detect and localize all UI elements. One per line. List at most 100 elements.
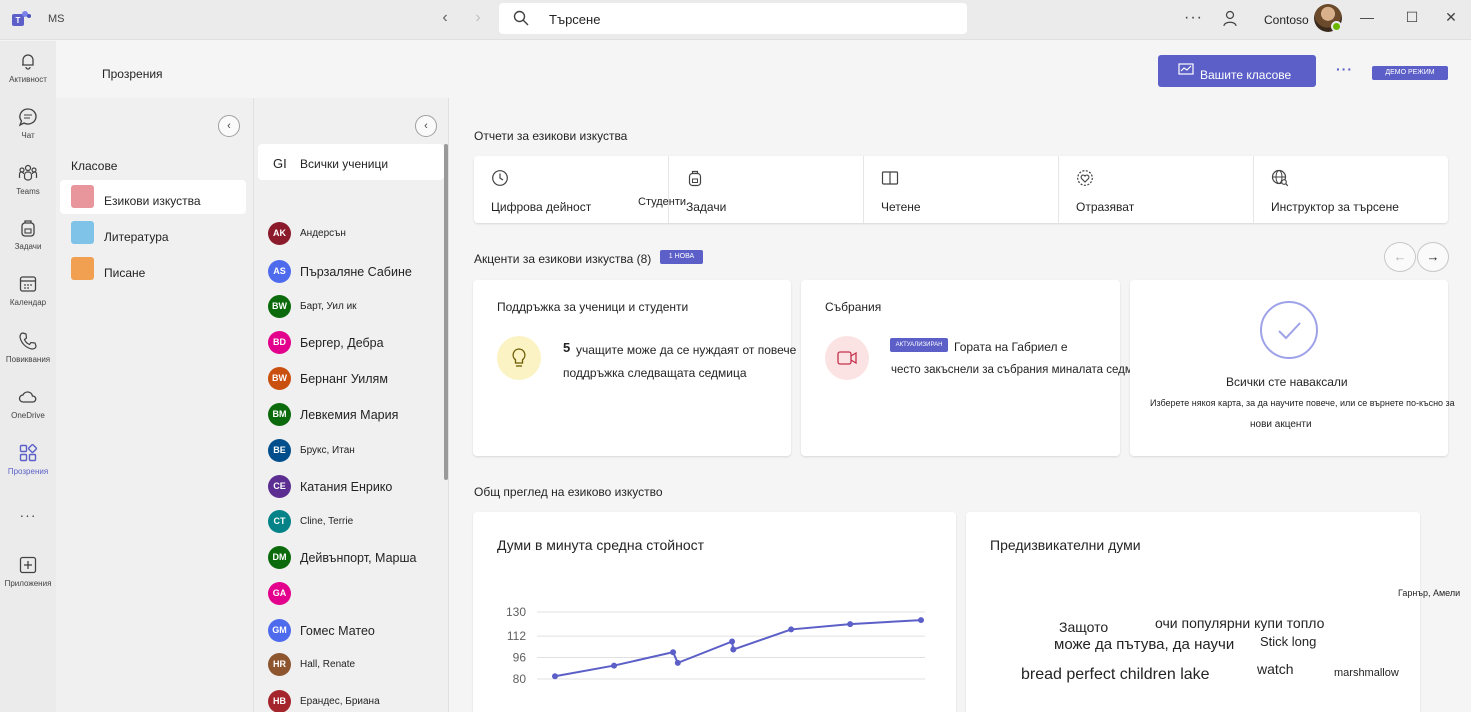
classes-panel: ‹ Класове Езикови изкуства Литература Пи… [56, 98, 254, 712]
class-item-literature[interactable]: Литература [60, 216, 246, 250]
rail-item-calendar[interactable]: Календар [0, 274, 56, 307]
class-label: Литература [104, 230, 169, 244]
maximize-icon[interactable]: ☐ [1402, 9, 1422, 26]
previous-arrow-icon[interactable]: ← [1384, 242, 1416, 272]
insights-icon [19, 443, 38, 462]
y-tick-label: 96 [513, 651, 527, 665]
student-item[interactable]: GA [268, 582, 444, 606]
back-icon[interactable]: ‹ [435, 9, 455, 27]
student-item[interactable]: AS Пързаляне Сабине [268, 260, 444, 284]
student-item[interactable]: BW Бернанг Уилям [268, 367, 444, 391]
header-more-icon[interactable]: ··· [1336, 61, 1353, 77]
report-reflect[interactable]: Отразяват [1059, 156, 1254, 223]
student-item[interactable]: BM Левкемия Мария [268, 403, 444, 427]
report-reading[interactable]: Четене [864, 156, 1059, 223]
your-classes-button[interactable]: Вашите класове [1158, 55, 1316, 87]
students-scrollbar[interactable] [444, 144, 448, 480]
class-item-writing[interactable]: Писане [60, 252, 246, 286]
rail-item-onedrive[interactable]: OneDrive [0, 387, 56, 420]
data-point [788, 626, 795, 633]
presence-available-icon [1331, 21, 1342, 32]
student-item[interactable]: GM Гомес Матео [268, 619, 444, 643]
rail-item-activity[interactable]: Активност [0, 51, 56, 84]
rail-item-chat[interactable]: Чат [0, 107, 56, 140]
report-assignments[interactable]: Задачи [669, 156, 864, 223]
search-box[interactable]: Търсене [499, 3, 967, 34]
data-point [552, 673, 558, 680]
meetings-card[interactable]: Събрания АКТУАЛИЗИРАН Гората на Габриел … [801, 280, 1152, 456]
student-item[interactable]: DM Дейвънпорт, Марша [268, 546, 444, 570]
calendar-icon [19, 276, 37, 292]
next-arrow-icon[interactable]: → [1417, 242, 1449, 272]
search-icon [513, 10, 529, 26]
backpack-icon [21, 220, 35, 237]
rail-item-calls[interactable]: Повиквания [0, 331, 56, 364]
rail-item-insights[interactable]: Прозрения [0, 443, 56, 476]
challenging-words-card[interactable]: Предизвикателни думи Защото очи популярни… [966, 512, 1420, 712]
rail-label: Задачи [14, 242, 42, 251]
student-item[interactable]: HB Ерандес, Бриана [268, 690, 444, 712]
collapse-classes-icon[interactable]: ‹ [218, 115, 240, 137]
all-students-item[interactable]: GI Всички ученици [258, 144, 444, 180]
class-icon [71, 221, 94, 244]
student-item[interactable]: AK Андерсън [268, 222, 444, 246]
y-tick-label: 80 [513, 672, 527, 686]
word-cloud-word: bread perfect children lake [1021, 666, 1210, 683]
minimize-icon[interactable]: — [1357, 9, 1377, 25]
student-item[interactable]: BD Бергер, Дебра [268, 331, 444, 355]
title-bar: T MS ‹ › Търсене ··· Contoso — ☐ ✕ [0, 0, 1471, 40]
wpm-chart-card[interactable]: Думи в минута средна стойност 80 96 112 130 [473, 512, 956, 712]
chat-icon [18, 108, 37, 127]
student-name: Пързаляне Сабине [300, 265, 412, 279]
page-header: Прозрения Вашите класове ··· ДЕМО РЕЖИМ [56, 41, 1471, 98]
rail-item-teams[interactable]: Teams [0, 163, 56, 196]
report-digital-activity[interactable]: Цифрова дейност [474, 156, 669, 223]
class-item-language-arts[interactable]: Езикови изкуства [60, 180, 246, 214]
student-item[interactable]: HR Hall, Renate [268, 653, 444, 677]
people-settings-icon[interactable] [1222, 10, 1240, 28]
report-search-coach[interactable]: Инструктор за търсене [1254, 156, 1448, 223]
student-avatar: BW [268, 367, 291, 390]
your-classes-label: Вашите класове [1200, 68, 1292, 82]
support-card[interactable]: Поддръжка за ученици и студенти 5 учащит… [473, 280, 796, 456]
cloud-icon [18, 391, 37, 403]
reports-title: Отчети за езикови изкуства [474, 129, 628, 143]
rail-item-more[interactable]: ··· [0, 507, 56, 525]
report-label: Инструктор за търсене [1271, 200, 1399, 214]
student-item[interactable]: BW Барт, Уил ик [268, 295, 444, 319]
student-item[interactable]: BE Брукс, Итан [268, 439, 444, 463]
teams-logo-icon: T [12, 11, 31, 26]
rail-item-apps[interactable]: Приложения [0, 555, 56, 588]
student-avatar: BW [268, 295, 291, 318]
chart-board-icon [1178, 63, 1194, 75]
class-icon [71, 257, 94, 280]
book-icon [881, 171, 899, 185]
more-icon: ··· [19, 507, 37, 523]
rail-label: OneDrive [11, 411, 45, 420]
collapse-students-icon[interactable]: ‹ [415, 115, 437, 137]
student-avatar: CT [268, 510, 291, 533]
main-content: Отчети за езикови изкуства Цифрова дейно… [449, 98, 1471, 712]
rail-label: Приложения [4, 579, 52, 588]
student-name: Барт, Уил ик [300, 301, 357, 312]
corner-student-name: Гарнър, Амели [1398, 588, 1461, 598]
student-item[interactable]: CT Cline, Terrie [268, 510, 444, 534]
student-avatar: AK [268, 222, 291, 245]
more-options-icon[interactable]: ··· [1184, 9, 1203, 27]
data-point [670, 649, 677, 656]
close-icon[interactable]: ✕ [1441, 9, 1461, 26]
word-cloud-word: Stick long [1260, 634, 1317, 649]
report-label: Задачи [686, 200, 727, 214]
students-panel: ‹ GI Всички ученици AK Андерсън AS Пързалян… [254, 98, 449, 712]
student-name: Катания Енрико [300, 480, 393, 494]
rail-label: Активност [9, 75, 47, 84]
student-name: Hall, Renate [300, 659, 356, 670]
svg-text:T: T [16, 16, 21, 25]
forward-icon[interactable]: › [468, 9, 488, 27]
chart-title: Предизвикателни думи [990, 537, 1141, 553]
student-avatar: BM [268, 403, 291, 426]
search-input[interactable]: Търсене [549, 12, 600, 27]
rail-item-assignments[interactable]: Задачи [0, 218, 56, 251]
student-item[interactable]: CE Катания Енрико [268, 475, 444, 499]
series-line [554, 619, 922, 678]
